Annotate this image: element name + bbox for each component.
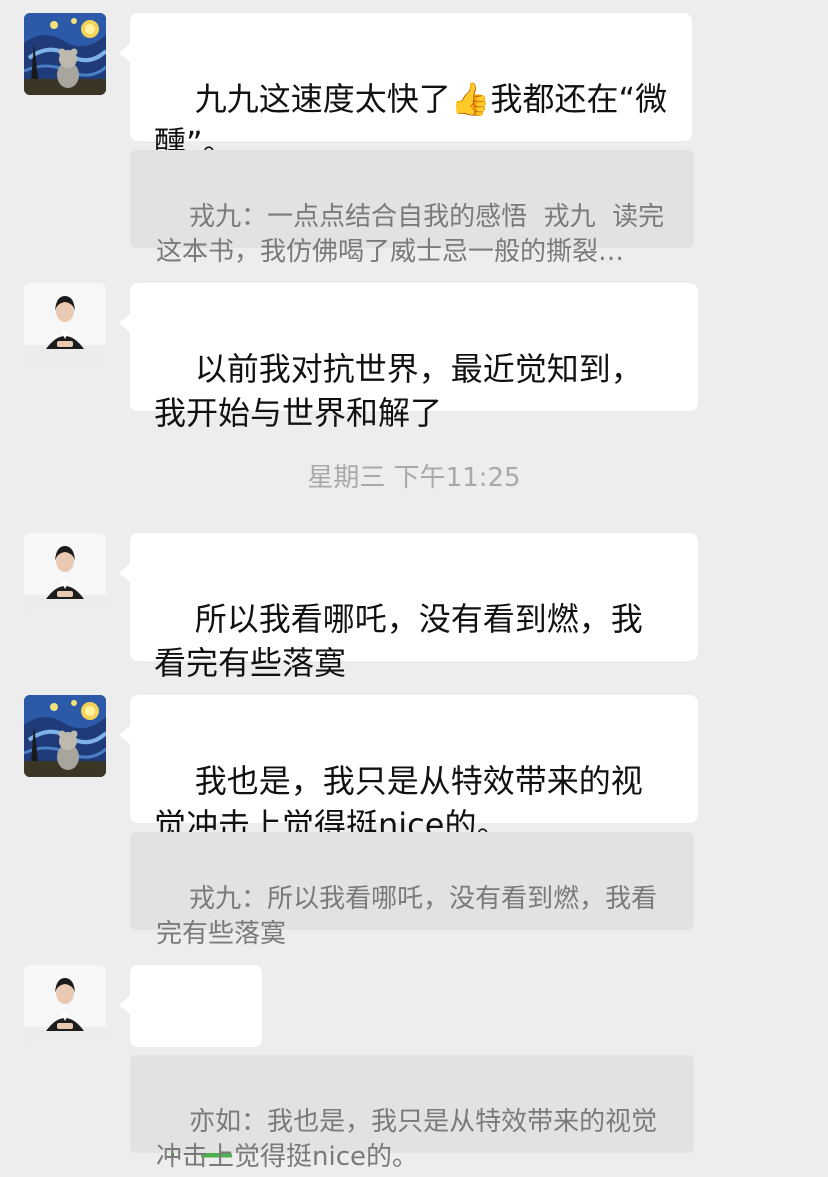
- message-text: 以前我对抗世界，最近觉知到，我开始与世界和解了: [154, 350, 643, 432]
- quoted-message[interactable]: 戎九：一点点结合自我的感悟 戎九 读完这本书，我仿佛喝了威士忌一般的撕裂…: [130, 150, 694, 267]
- message-bubble[interactable]: [119, 965, 262, 1158]
- timestamp-divider: 星期三 下午11:25: [307, 463, 521, 493]
- bubble-tail: [119, 725, 131, 745]
- quoted-message[interactable]: 亦如：我也是，我只是从特效带来的视觉冲击上觉得挺nice的。: [130, 1055, 694, 1172]
- woman-portrait-avatar[interactable]: [24, 533, 106, 615]
- bubble-tail: [119, 563, 131, 583]
- message-bubble[interactable]: 我也是，我只是从特效带来的视觉冲击上觉得挺nice的。: [119, 695, 698, 844]
- message-bubble[interactable]: 以前我对抗世界，最近觉知到，我开始与世界和解了: [119, 283, 698, 432]
- woman-portrait-avatar[interactable]: [24, 965, 106, 1047]
- quoted-message[interactable]: 戎九：所以我看哪吒，没有看到燃，我看完有些落寞: [130, 832, 694, 949]
- woman-portrait-avatar[interactable]: [24, 283, 106, 365]
- message-bubble[interactable]: 所以我看哪吒，没有看到燃，我看完有些落寞: [119, 533, 698, 682]
- message-text: 所以我看哪吒，没有看到燃，我看完有些落寞: [154, 600, 643, 682]
- message-bubble[interactable]: 九九这速度太快了👍我都还在“微醺”。: [119, 13, 692, 162]
- quoted-text: 戎九：一点点结合自我的感悟 戎九 读完这本书，我仿佛喝了威士忌一般的撕裂…: [156, 202, 665, 267]
- quoted-text: 戎九：所以我看哪吒，没有看到燃，我看完有些落寞: [156, 884, 658, 949]
- starry-night-avatar[interactable]: [24, 695, 106, 777]
- quoted-text: 亦如：我也是，我只是从特效带来的视觉冲击上觉得挺nice的。: [156, 1107, 658, 1172]
- chat-view: 九九这速度太快了👍我都还在“微醺”。 戎九：一点点结合自我的感悟 戎九 读完这本…: [0, 0, 828, 1177]
- starry-night-avatar[interactable]: [24, 13, 106, 95]
- bubble-tail: [119, 995, 131, 1015]
- bubble-tail: [119, 313, 131, 333]
- bubble-tail: [119, 43, 131, 63]
